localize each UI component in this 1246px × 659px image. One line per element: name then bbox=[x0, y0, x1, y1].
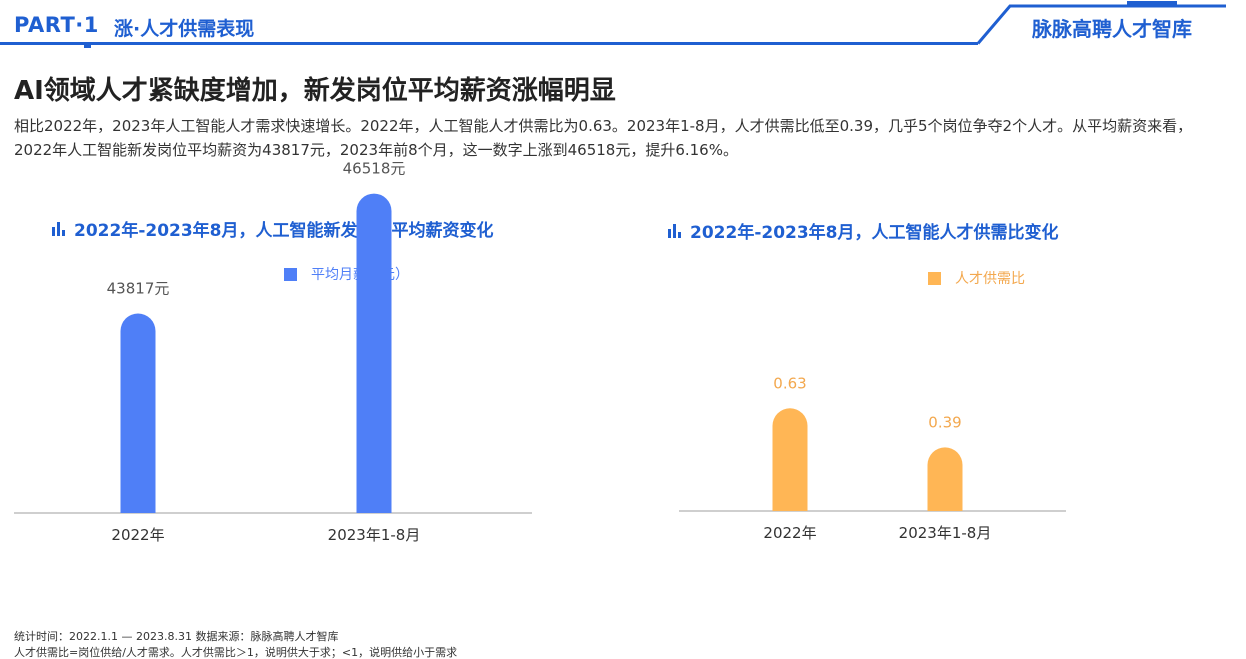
footnote-definition: 人才供需比=岗位供给/人才需求。人才供需比＞1，说明供大于求；<1，说明供给小于… bbox=[14, 646, 458, 659]
category-label-1: 2022年 bbox=[763, 524, 816, 542]
data-label-1: 0.63 bbox=[773, 374, 806, 392]
chart-2: 0.63 2022年 0.39 2023年1-8月 bbox=[679, 374, 1066, 542]
data-label-2: 0.39 bbox=[928, 413, 961, 431]
bar-1 bbox=[772, 408, 808, 511]
bar-2 bbox=[927, 447, 963, 511]
category-label-2: 2023年1-8月 bbox=[899, 524, 992, 542]
footnote-source: 统计时间：2022.1.1 — 2023.8.31 数据来源：脉脉高聘人才智库 bbox=[14, 630, 339, 643]
